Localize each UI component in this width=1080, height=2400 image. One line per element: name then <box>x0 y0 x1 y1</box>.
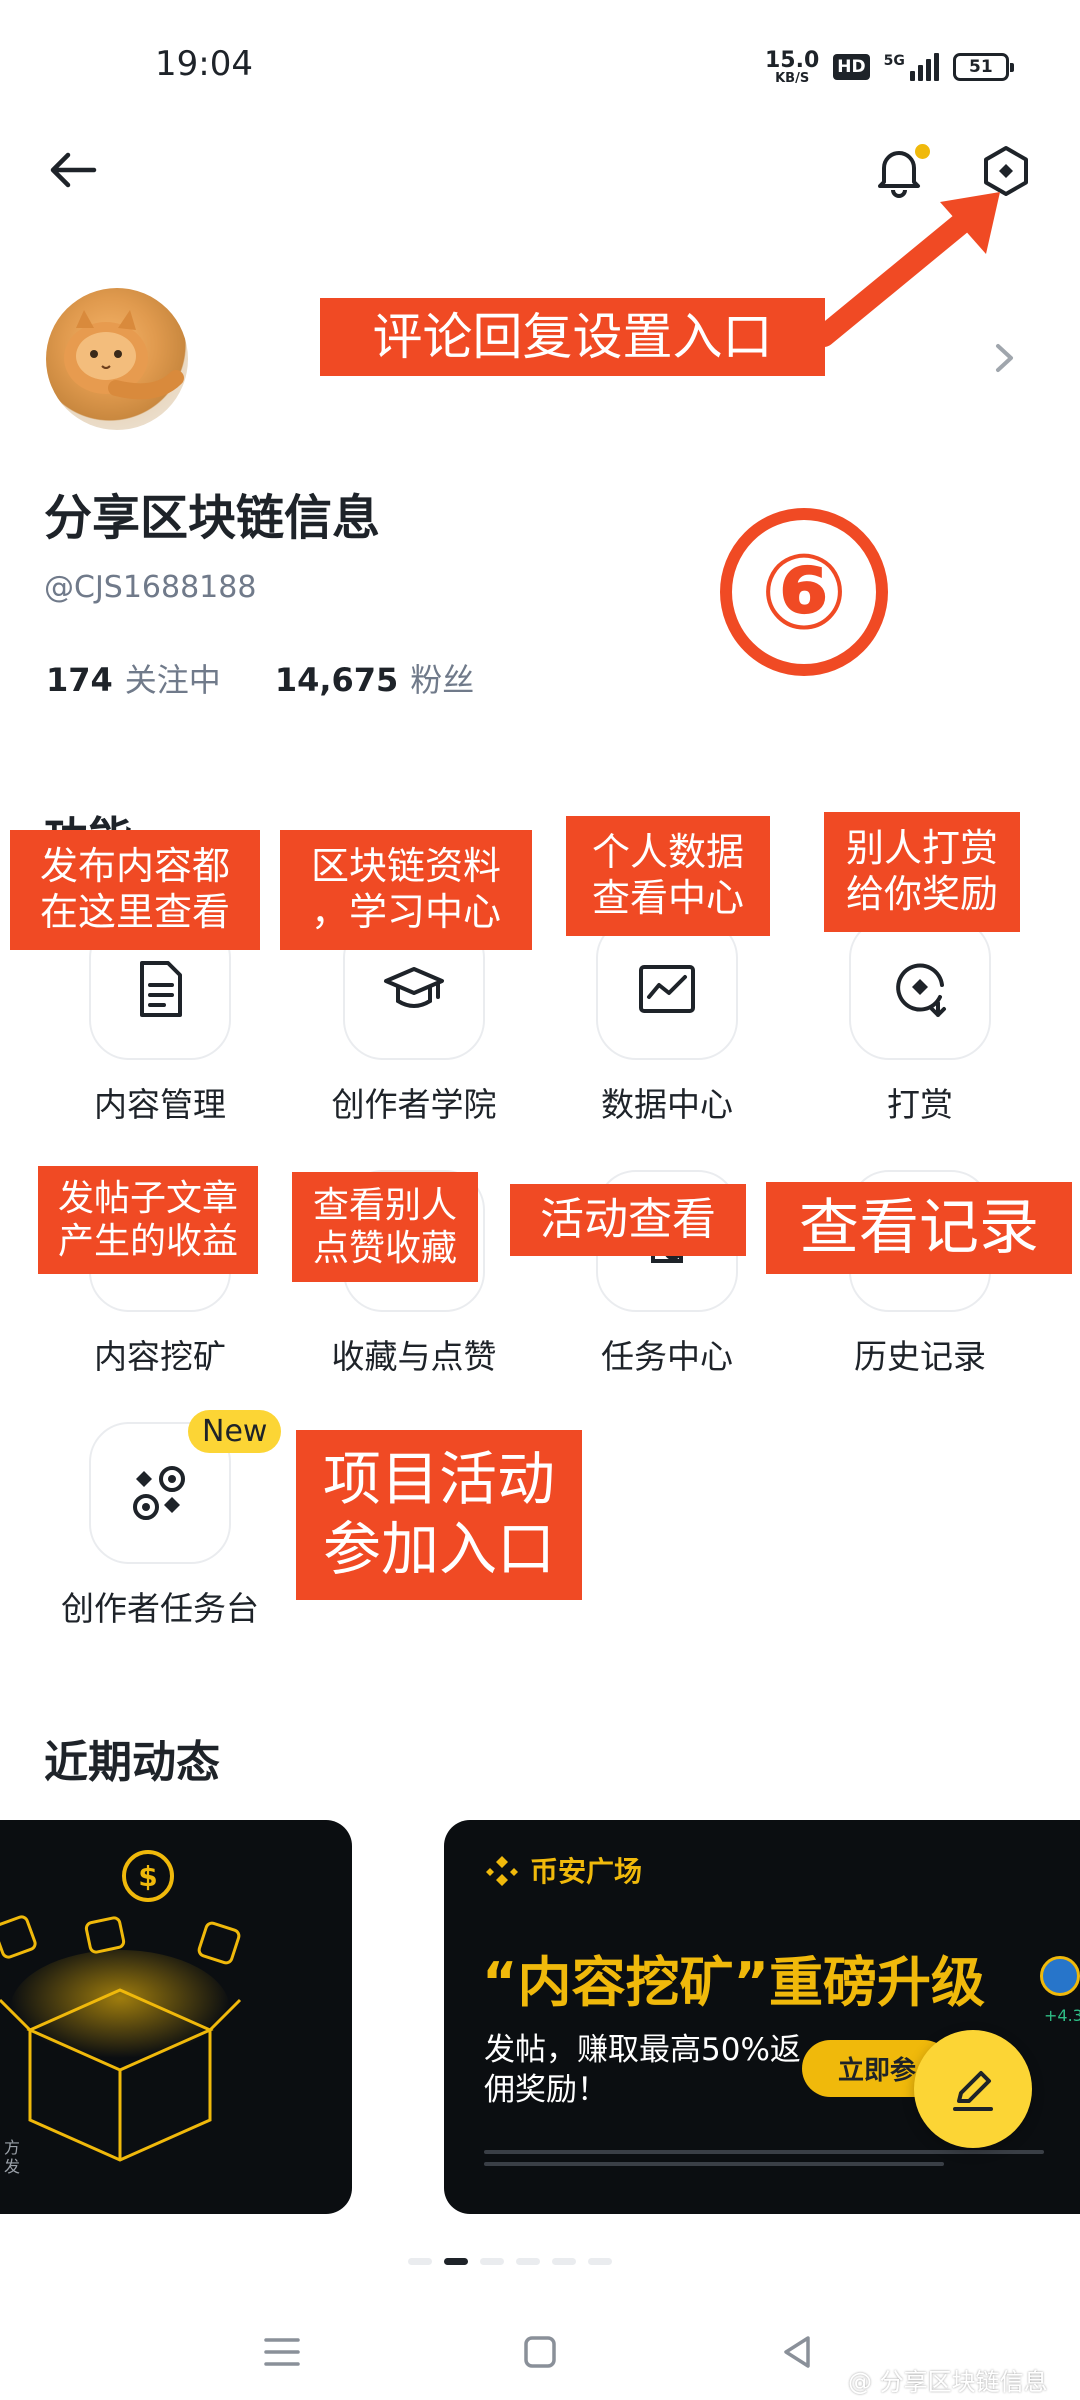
annotation-tip: 别人打赏 给你奖励 <box>824 812 1020 932</box>
feature-label: 内容挖矿 <box>94 1337 226 1376</box>
compose-button[interactable] <box>914 2030 1032 2148</box>
feature-label: 打赏 <box>887 1085 953 1124</box>
binance-logo-icon <box>486 1856 518 1886</box>
feature-label: 任务中心 <box>601 1337 733 1376</box>
profile-name: 分享区块链信息 <box>44 490 381 546</box>
net-speed-unit: KB/S <box>775 70 810 86</box>
banner-headline: “内容挖矿”重磅升级 <box>482 1951 985 2014</box>
following-count[interactable]: 174 <box>46 661 113 699</box>
feature-label: 内容管理 <box>94 1085 226 1124</box>
annotation-mining: 发帖子文章 产生的收益 <box>38 1166 258 1274</box>
profile-handle: @CJS1688188 <box>44 570 257 605</box>
annotation-project: 项目活动 参加入口 <box>296 1430 582 1600</box>
feature-creator-task-board[interactable]: 创作者任务台 <box>60 1422 260 1630</box>
feature-icon-box <box>849 918 991 1060</box>
annotation-academy: 区块链资料 ，学习中心 <box>280 830 532 950</box>
graduation-cap-icon <box>384 967 444 1008</box>
feature-label: 数据中心 <box>601 1085 733 1124</box>
net-speed-value: 15.0 <box>765 47 820 73</box>
carousel-dot[interactable] <box>588 2258 612 2265</box>
network-type: 5G <box>883 53 905 69</box>
annotation-history: 查看记录 <box>766 1182 1072 1274</box>
back-button[interactable] <box>44 140 104 200</box>
followers-label[interactable]: 粉丝 <box>410 655 474 701</box>
nav-back-icon[interactable] <box>776 2330 820 2374</box>
carousel-dot[interactable] <box>552 2258 576 2265</box>
carousel-indicator <box>408 2258 612 2265</box>
banner-brand-name: 币安广场 <box>530 1855 643 1888</box>
feature-tip[interactable]: 打赏 <box>820 918 1020 1126</box>
battery-level: 51 <box>969 57 993 77</box>
banner-brand: 币安广场 <box>484 1850 642 1890</box>
dice-icon <box>133 1466 185 1520</box>
watermark: @ 分享区块链信息 <box>848 2368 1048 2396</box>
carousel-dot[interactable] <box>408 2258 432 2265</box>
annotation-step-number: ⑥ <box>720 508 888 676</box>
home-icon[interactable] <box>518 2330 562 2374</box>
annotation-arrow <box>813 192 1000 347</box>
feature-data-center[interactable]: 数据中心 <box>567 918 767 1126</box>
banner-side-value: +4.3 <box>1044 2006 1080 2025</box>
feature-label: 历史记录 <box>854 1337 986 1376</box>
menu-icon[interactable] <box>260 2330 304 2374</box>
card-left-caption: 方发 <box>4 2138 21 2177</box>
usdc-coin-icon <box>1040 1956 1080 1996</box>
battery-icon: 51 <box>952 53 1014 81</box>
feature-label: 创作者学院 <box>331 1085 497 1124</box>
banner-disclaimer-line <box>484 2162 944 2166</box>
hd-icon: HD <box>833 54 870 80</box>
status-icons: 15.0 KB/S HD 5G 51 <box>765 44 1014 90</box>
feature-label: 创作者任务台 <box>61 1589 259 1628</box>
annotation-settings: 评论回复设置入口 <box>320 298 825 376</box>
carousel-dot-active[interactable] <box>444 2258 468 2265</box>
pen-icon <box>953 2071 993 2111</box>
annotation-tasks: 活动查看 <box>510 1184 746 1256</box>
carousel-dot[interactable] <box>516 2258 540 2265</box>
following-label[interactable]: 关注中 <box>125 655 221 701</box>
annotation-favorites: 查看别人 点赞收藏 <box>292 1172 478 1282</box>
tip-icon <box>896 963 946 1017</box>
svg-text:$: $ <box>138 1860 157 1893</box>
recent-title: 近期动态 <box>44 1737 220 1788</box>
status-time: 19:04 <box>155 44 253 84</box>
recent-card-left[interactable]: $ 方发 <box>0 1820 352 2214</box>
notification-dot <box>915 144 930 159</box>
chart-icon <box>639 965 695 1013</box>
banner-subtitle: 发帖，赚取最高50%返佣奖励！ <box>484 2032 801 2109</box>
carousel-dot[interactable] <box>480 2258 504 2265</box>
followers-count[interactable]: 14,675 <box>275 661 398 699</box>
net-speed: 15.0 KB/S <box>765 47 820 86</box>
gift-box-illustration: $ <box>0 1850 242 2162</box>
cat-avatar-image <box>64 310 184 400</box>
signal-icon: 5G <box>884 53 939 81</box>
feature-icon-box <box>596 918 738 1060</box>
arrow-left-icon <box>50 152 97 188</box>
document-icon <box>140 961 182 1017</box>
new-badge: New <box>188 1410 282 1453</box>
recent-card-banner[interactable]: 币安广场 “内容挖矿”重磅升级 发帖，赚取最高50%返佣奖励！ 立即参 +4.3 <box>444 1820 1080 2214</box>
feature-label: 收藏与点赞 <box>331 1337 497 1376</box>
annotation-data: 个人数据 查看中心 <box>566 816 770 936</box>
profile-stats: 174 关注中 14,675 粉丝 <box>46 655 474 701</box>
banner-disclaimer-line <box>484 2150 1044 2154</box>
avatar[interactable] <box>46 288 188 430</box>
annotation-content-mgmt: 发布内容都 在这里查看 <box>10 830 260 950</box>
